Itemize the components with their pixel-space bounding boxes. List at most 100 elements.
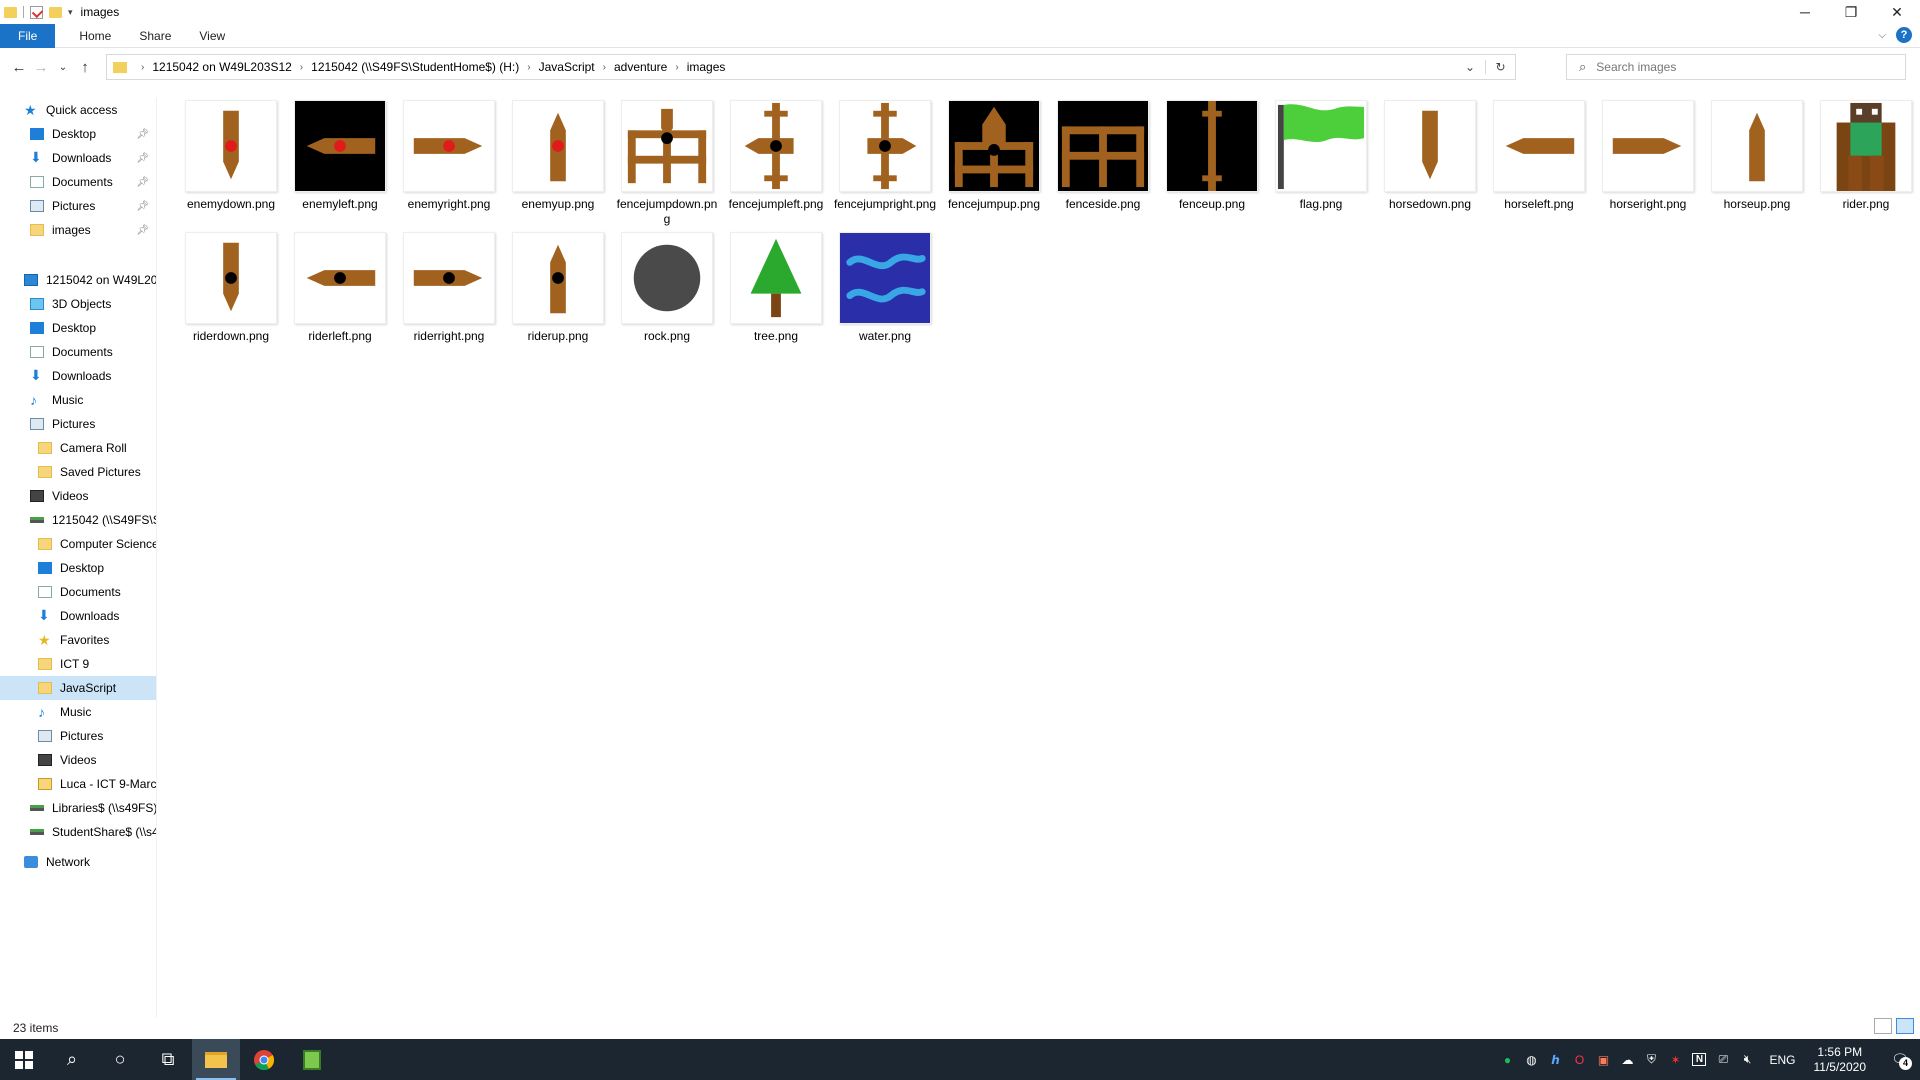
- pin-icon[interactable]: 📌︎: [136, 129, 149, 140]
- back-icon[interactable]: ←: [8, 59, 30, 76]
- sidebar-item-downloads[interactable]: Downloads 📌︎: [0, 146, 156, 170]
- sidebar-item-javascript[interactable]: JavaScript: [0, 676, 156, 700]
- file-item[interactable]: riderleft.png: [287, 228, 393, 358]
- file-item[interactable]: rider.png: [1813, 96, 1919, 226]
- notion-icon[interactable]: N: [1692, 1053, 1707, 1066]
- search-taskbar-icon[interactable]: ⌕: [48, 1039, 96, 1080]
- file-item[interactable]: horseup.png: [1704, 96, 1810, 226]
- pin-icon[interactable]: 📌︎: [136, 177, 149, 188]
- shield-icon[interactable]: ⛨: [1639, 1052, 1663, 1067]
- customize-qat-icon[interactable]: ▾: [68, 7, 73, 18]
- app-tray-icon[interactable]: ▣: [1591, 1053, 1615, 1067]
- crumb-pc[interactable]: 1215042 on W49L203S12: [152, 60, 291, 74]
- sidebar-item-videos[interactable]: Videos: [0, 484, 156, 508]
- chrome-taskbar-icon[interactable]: [240, 1039, 288, 1080]
- sidebar-item-desktop[interactable]: Desktop: [0, 316, 156, 340]
- file-item[interactable]: riderup.png: [505, 228, 611, 358]
- pin-icon[interactable]: 📌︎: [136, 153, 149, 164]
- sidebar-item-pictures[interactable]: Pictures: [0, 724, 156, 748]
- sidebar-item-studentshare-s49fs[interactable]: StudentShare$ (\\s49FS): [0, 820, 156, 844]
- refresh-icon[interactable]: ↻: [1485, 60, 1515, 74]
- help-icon[interactable]: ?: [1896, 27, 1912, 43]
- opera-icon[interactable]: O: [1567, 1053, 1591, 1067]
- action-center-icon[interactable]: 🗨︎4: [1880, 1051, 1920, 1070]
- address-dropdown-icon[interactable]: ⌄: [1455, 60, 1485, 74]
- sidebar-item-computer-science[interactable]: Computer Science: [0, 532, 156, 556]
- sidebar-item-videos[interactable]: Videos: [0, 748, 156, 772]
- sidebar-item-ict-9[interactable]: ICT 9: [0, 652, 156, 676]
- sidebar-item-desktop[interactable]: Desktop 📌︎: [0, 122, 156, 146]
- file-item[interactable]: horseright.png: [1595, 96, 1701, 226]
- crumb-adventure[interactable]: adventure: [614, 60, 667, 74]
- close-button[interactable]: ✕: [1874, 0, 1920, 24]
- file-item[interactable]: fencejumpup.png: [941, 96, 1047, 226]
- green-dot-icon[interactable]: ●: [1495, 1053, 1519, 1067]
- sidebar-item-luca-ict-9-march[interactable]: Luca - ICT 9-March: [0, 772, 156, 796]
- cloud-icon[interactable]: ☁: [1615, 1053, 1639, 1067]
- volume-muted-icon[interactable]: 🔇︎: [1735, 1052, 1759, 1067]
- file-item[interactable]: fenceside.png: [1050, 96, 1156, 226]
- chevron-right-icon[interactable]: ›: [527, 62, 530, 73]
- sidebar-item-pictures[interactable]: Pictures: [0, 412, 156, 436]
- maximize-button[interactable]: ❐: [1828, 0, 1874, 24]
- file-item[interactable]: enemyright.png: [396, 96, 502, 226]
- file-item[interactable]: horseleft.png: [1486, 96, 1592, 226]
- sidebar-item-images[interactable]: images 📌︎: [0, 218, 156, 242]
- expand-ribbon-icon[interactable]: ⌵: [1878, 30, 1886, 41]
- properties-icon[interactable]: [30, 5, 43, 19]
- chrome-tray-icon[interactable]: ◍: [1519, 1053, 1543, 1067]
- cortana-icon[interactable]: ○: [96, 1039, 144, 1080]
- file-item[interactable]: enemyleft.png: [287, 96, 393, 226]
- file-item[interactable]: flag.png: [1268, 96, 1374, 226]
- file-item[interactable]: fenceup.png: [1159, 96, 1265, 226]
- tab-home[interactable]: Home: [65, 24, 125, 48]
- file-item[interactable]: fencejumpleft.png: [723, 96, 829, 226]
- file-item[interactable]: enemydown.png: [178, 96, 284, 226]
- task-view-icon[interactable]: ⧉: [144, 1039, 192, 1080]
- sidebar-item-libraries-s49fs[interactable]: Libraries$ (\\s49FS): [0, 796, 156, 820]
- file-item[interactable]: horsedown.png: [1377, 96, 1483, 226]
- pin-icon[interactable]: 📌︎: [136, 225, 149, 236]
- file-item[interactable]: fencejumpdown.png: [614, 96, 720, 226]
- chevron-right-icon[interactable]: ›: [141, 62, 144, 73]
- sidebar-item-desktop[interactable]: Desktop: [0, 556, 156, 580]
- notepad-taskbar-icon[interactable]: [288, 1039, 336, 1080]
- file-explorer-taskbar-icon[interactable]: [192, 1039, 240, 1080]
- sidebar-item-network[interactable]: Network: [0, 850, 156, 874]
- language-indicator[interactable]: ENG: [1769, 1053, 1795, 1067]
- file-item[interactable]: rock.png: [614, 228, 720, 358]
- search-box[interactable]: ⌕ Search images: [1566, 54, 1906, 80]
- sidebar-item-3d-objects[interactable]: 3D Objects: [0, 292, 156, 316]
- sidebar-item-downloads[interactable]: Downloads: [0, 604, 156, 628]
- crumb-javascript[interactable]: JavaScript: [539, 60, 595, 74]
- hp-icon[interactable]: ℎ: [1543, 1053, 1567, 1067]
- chevron-right-icon[interactable]: ›: [675, 62, 678, 73]
- sidebar-item-music[interactable]: ♪ Music: [0, 388, 156, 412]
- sidebar-item-1215042-s49fs-studenthome-h[interactable]: 1215042 (\\S49FS\StudentHome$) (H:): [0, 508, 156, 532]
- tab-share[interactable]: Share: [125, 24, 185, 48]
- new-folder-icon[interactable]: [49, 6, 62, 18]
- pin-icon[interactable]: 📌︎: [136, 201, 149, 212]
- sidebar-item-1215042-on-w49l203s12[interactable]: 1215042 on W49L203S12: [0, 268, 156, 292]
- start-button[interactable]: [0, 1039, 48, 1080]
- sidebar-item-saved-pictures[interactable]: Saved Pictures: [0, 460, 156, 484]
- file-item[interactable]: water.png: [832, 228, 938, 358]
- clock[interactable]: 1:56 PM 11/5/2020: [1814, 1045, 1867, 1075]
- up-icon[interactable]: ↑: [74, 59, 96, 76]
- sidebar-item-downloads[interactable]: Downloads: [0, 364, 156, 388]
- sidebar-item-pictures[interactable]: Pictures 📌︎: [0, 194, 156, 218]
- file-item[interactable]: riderright.png: [396, 228, 502, 358]
- sidebar-item-documents[interactable]: Documents: [0, 340, 156, 364]
- file-item[interactable]: tree.png: [723, 228, 829, 358]
- crumb-images[interactable]: images: [687, 60, 726, 74]
- address-bar[interactable]: › 1215042 on W49L203S12 › 1215042 (\\S49…: [106, 54, 1516, 80]
- sidebar-item-favorites[interactable]: ★ Favorites: [0, 628, 156, 652]
- sidebar-item-music[interactable]: ♪ Music: [0, 700, 156, 724]
- sidebar-item-documents[interactable]: Documents 📌︎: [0, 170, 156, 194]
- file-item[interactable]: riderdown.png: [178, 228, 284, 358]
- tab-file[interactable]: File: [0, 23, 56, 48]
- file-item[interactable]: enemyup.png: [505, 96, 611, 226]
- sidebar-item-documents[interactable]: Documents: [0, 580, 156, 604]
- sidebar-item-camera-roll[interactable]: Camera Roll: [0, 436, 156, 460]
- sidebar-item-quick-access[interactable]: ★ Quick access: [0, 98, 156, 122]
